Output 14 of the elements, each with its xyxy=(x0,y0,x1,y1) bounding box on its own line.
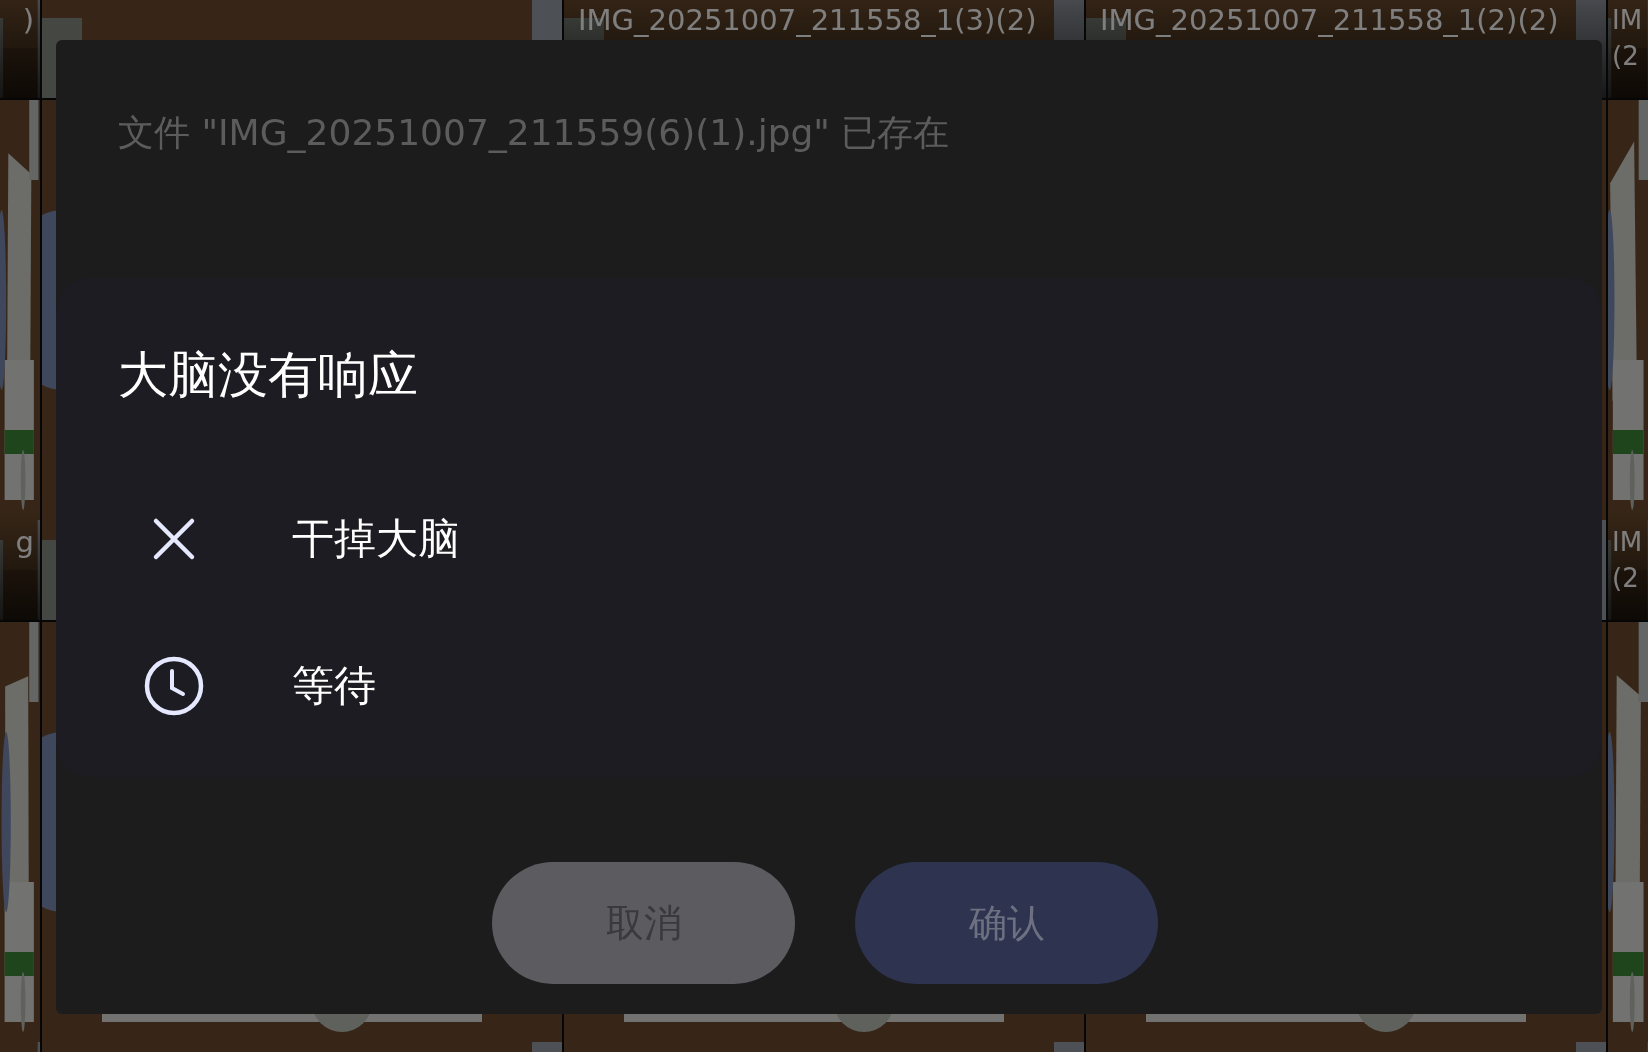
file-name: (2 xyxy=(1612,40,1640,73)
option-item[interactable]: 等待 xyxy=(56,612,1602,759)
file-name: IM xyxy=(1612,526,1643,559)
file-name: IMG_20251007_211558_1(3)(2) xyxy=(578,2,1037,38)
close-icon xyxy=(152,516,196,561)
file-name: IM xyxy=(1612,4,1643,37)
option-item[interactable]: 干掉大脑 xyxy=(56,465,1602,612)
dialog-title: 大脑没有响应 xyxy=(118,346,418,404)
clock-icon xyxy=(143,654,205,717)
message: 文件 "IMG_20251007_211559(6)(1).jpg" 已存在 xyxy=(118,112,950,153)
file-name: (2 xyxy=(1612,562,1640,595)
file-name: IMG_20251007_211558_1(2)(2) xyxy=(1100,2,1559,38)
file-name: ) xyxy=(22,2,34,38)
file-name: g xyxy=(15,524,34,560)
